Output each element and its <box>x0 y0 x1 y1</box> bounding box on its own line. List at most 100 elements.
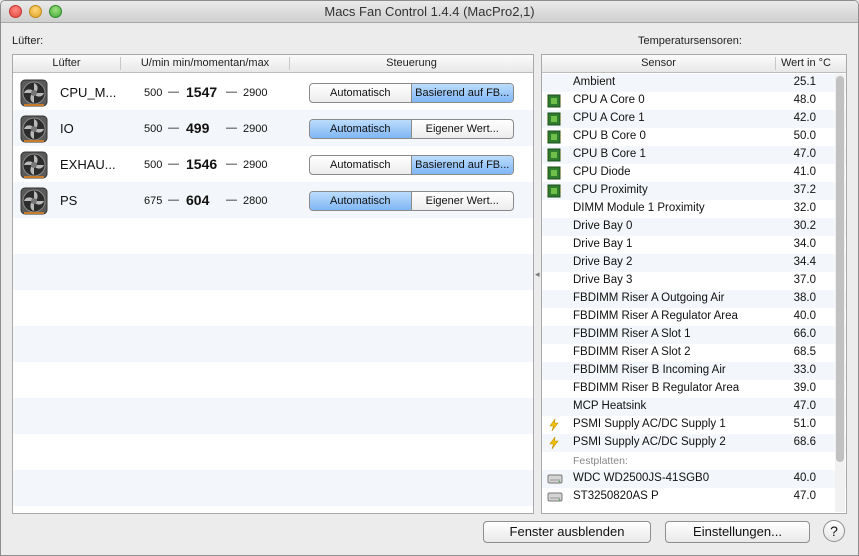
rpm-separator: — <box>168 194 179 206</box>
hard-drive-icon <box>547 490 563 504</box>
fan-row[interactable]: IO 500 — 499 — 2900 Automatisch Eigener Wert... <box>13 110 533 146</box>
sensor-value: 25.1 <box>793 76 816 88</box>
hard-drive-icon <box>547 472 563 486</box>
help-button[interactable]: ? <box>823 520 845 542</box>
sensor-row[interactable]: MCP Heatsink 47.0 <box>542 398 846 416</box>
sensor-row[interactable]: FBDIMM Riser A Outgoing Air 38.0 <box>542 290 846 308</box>
sensor-row[interactable]: Drive Bay 1 34.0 <box>542 236 846 254</box>
sensor-row[interactable]: CPU A Core 0 48.0 <box>542 92 846 110</box>
sensor-row[interactable]: WDC WD2500JS-41SGB0 40.0 <box>542 470 846 488</box>
automatic-button[interactable]: Automatisch <box>310 84 412 102</box>
sensor-value: 47.0 <box>793 400 816 412</box>
sensor-name: FBDIMM Riser A Regulator Area <box>573 310 738 322</box>
sensor-name: FBDIMM Riser A Outgoing Air <box>573 292 725 304</box>
sensor-name: WDC WD2500JS-41SGB0 <box>573 472 710 484</box>
custom-control-button[interactable]: Basierend auf FB... <box>411 156 513 174</box>
sensor-row[interactable]: DIMM Module 1 Proximity 32.0 <box>542 200 846 218</box>
automatic-button[interactable]: Automatisch <box>310 156 412 174</box>
sensor-value: 50.0 <box>793 130 816 142</box>
empty-row <box>13 470 533 506</box>
sensor-row[interactable]: CPU B Core 0 50.0 <box>542 128 846 146</box>
sensor-value: 34.4 <box>793 256 816 268</box>
settings-button[interactable]: Einstellungen... <box>665 521 810 543</box>
sensors-scrollbar[interactable] <box>835 74 845 512</box>
fan-control-segmented: Automatisch Eigener Wert... <box>309 191 514 211</box>
rpm-separator: — <box>226 194 237 206</box>
sensor-row[interactable]: FBDIMM Riser A Slot 1 66.0 <box>542 326 846 344</box>
sensor-value: 42.0 <box>793 112 816 124</box>
fan-min-rpm: 675 <box>144 195 163 207</box>
sensor-value: 34.0 <box>793 238 816 250</box>
column-header-fan[interactable]: Lüfter <box>13 57 120 69</box>
empty-row <box>13 218 533 254</box>
sensor-row[interactable]: FBDIMM Riser B Regulator Area 39.0 <box>542 380 846 398</box>
sensor-row[interactable]: FBDIMM Riser B Incoming Air 33.0 <box>542 362 846 380</box>
sensor-row[interactable]: PSMI Supply AC/DC Supply 1 51.0 <box>542 416 846 434</box>
custom-control-button[interactable]: Eigener Wert... <box>412 120 514 138</box>
sensor-row[interactable]: Drive Bay 0 30.2 <box>542 218 846 236</box>
rpm-separator: — <box>168 122 179 134</box>
custom-control-button[interactable]: Basierend auf FB... <box>411 84 513 102</box>
automatic-button[interactable]: Automatisch <box>310 192 412 210</box>
fan-row[interactable]: PS 675 — 604 — 2800 Automatisch Eigener Wert... <box>13 182 533 218</box>
sensor-row[interactable]: CPU Diode 41.0 <box>542 164 846 182</box>
fan-name: PS <box>60 193 78 208</box>
sensor-value: 33.0 <box>793 364 816 376</box>
sensor-name: Drive Bay 3 <box>573 274 633 286</box>
sensor-name: FBDIMM Riser A Slot 1 <box>573 328 691 340</box>
sensors-scrollbar-thumb[interactable] <box>836 76 844 462</box>
column-header-value[interactable]: Wert in °C <box>776 57 836 69</box>
sensor-row[interactable]: Drive Bay 3 37.0 <box>542 272 846 290</box>
hide-window-button[interactable]: Fenster ausblenden <box>483 521 651 543</box>
sensor-value: 41.0 <box>793 166 816 178</box>
sensor-row[interactable]: Drive Bay 2 34.4 <box>542 254 846 272</box>
sensor-row[interactable]: FBDIMM Riser A Regulator Area 40.0 <box>542 308 846 326</box>
fan-name: CPU_M... <box>60 85 117 100</box>
sensor-row[interactable]: FBDIMM Riser A Slot 2 68.5 <box>542 344 846 362</box>
sensors-table-header: Sensor Wert in °C <box>542 55 846 73</box>
empty-row <box>13 398 533 434</box>
automatic-button[interactable]: Automatisch <box>310 120 412 138</box>
sensor-row[interactable]: PSMI Supply AC/DC Supply 2 68.6 <box>542 434 846 452</box>
fan-current-rpm: 1546 <box>186 156 218 172</box>
sensor-row[interactable]: Ambient 25.1 <box>542 74 846 92</box>
sensor-value: 37.2 <box>793 184 816 196</box>
sensor-name: CPU Diode <box>573 166 631 178</box>
fan-row[interactable]: EXHAU... 500 — 1546 — 2900 Automatisch Basieren… <box>13 146 533 182</box>
custom-control-button[interactable]: Eigener Wert... <box>412 192 514 210</box>
chip-icon <box>547 94 561 108</box>
sensor-value: 32.0 <box>793 202 816 214</box>
fan-min-rpm: 500 <box>144 87 163 99</box>
sensors-section-label: Temperatursensoren: <box>638 35 742 47</box>
sensor-name: MCP Heatsink <box>573 400 647 412</box>
chip-icon <box>547 184 561 198</box>
sensor-value: 39.0 <box>793 382 816 394</box>
lightning-icon <box>547 436 561 450</box>
fan-row[interactable]: CPU_M... 500 — 1547 — 2900 Automatisch Basieren… <box>13 74 533 110</box>
column-header-rpm[interactable]: U/min min/momentan/max <box>121 57 289 69</box>
sensor-row[interactable]: ST3250820AS P 47.0 <box>542 488 846 506</box>
sensor-value: 66.0 <box>793 328 816 340</box>
sensor-value: 38.0 <box>793 292 816 304</box>
fan-name: EXHAU... <box>60 157 116 172</box>
sensor-name: DIMM Module 1 Proximity <box>573 202 705 214</box>
sensor-row[interactable]: CPU Proximity 37.2 <box>542 182 846 200</box>
fan-max-rpm: 2900 <box>243 159 268 171</box>
empty-row <box>13 326 533 362</box>
sensor-row[interactable]: CPU B Core 1 47.0 <box>542 146 846 164</box>
fan-min-rpm: 500 <box>144 159 163 171</box>
fan-current-rpm: 604 <box>186 192 210 208</box>
sensors-table: Sensor Wert in °C Ambient 25.1 CPU A Core … <box>541 54 847 514</box>
sensor-row[interactable]: CPU A Core 1 42.0 <box>542 110 846 128</box>
fan-max-rpm: 2800 <box>243 195 268 207</box>
fans-table: Lüfter U/min min/momentan/max Steuerung … <box>12 54 534 514</box>
sensor-name: Drive Bay 1 <box>573 238 633 250</box>
sensor-value: 47.0 <box>793 148 816 160</box>
split-view-handle[interactable]: ◂ <box>535 269 540 280</box>
sensor-name: Drive Bay 2 <box>573 256 633 268</box>
sensor-value: 48.0 <box>793 94 816 106</box>
title-bar[interactable]: Macs Fan Control 1.4.4 (MacPro2,1) <box>1 1 858 23</box>
sensor-name: CPU A Core 1 <box>573 112 645 124</box>
column-header-control[interactable]: Steuerung <box>290 57 533 69</box>
column-header-sensor[interactable]: Sensor <box>542 57 775 69</box>
